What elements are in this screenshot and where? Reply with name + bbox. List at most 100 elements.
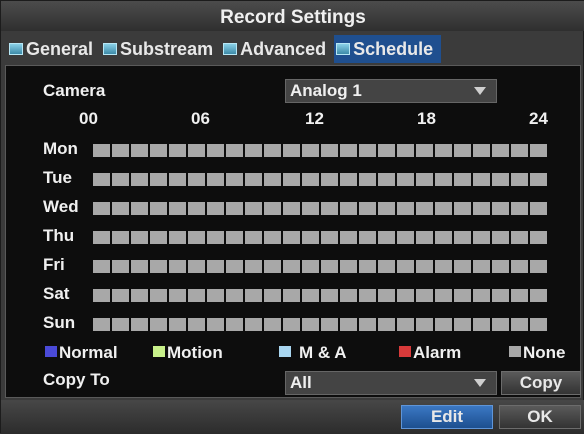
schedule-slot[interactable]	[207, 318, 224, 331]
schedule-slot[interactable]	[131, 289, 148, 302]
schedule-slot[interactable]	[112, 260, 129, 273]
schedule-slot[interactable]	[340, 144, 357, 157]
schedule-slot[interactable]	[169, 231, 186, 244]
schedule-slot[interactable]	[473, 260, 490, 273]
schedule-slot[interactable]	[150, 202, 167, 215]
schedule-slot[interactable]	[131, 318, 148, 331]
schedule-slot[interactable]	[188, 260, 205, 273]
schedule-slot[interactable]	[359, 202, 376, 215]
edit-button[interactable]: Edit	[401, 405, 493, 429]
schedule-slot[interactable]	[397, 260, 414, 273]
schedule-slot[interactable]	[169, 144, 186, 157]
schedule-slot[interactable]	[169, 318, 186, 331]
schedule-slot[interactable]	[131, 231, 148, 244]
schedule-slot[interactable]	[435, 318, 452, 331]
schedule-slot[interactable]	[283, 144, 300, 157]
schedule-slot[interactable]	[302, 144, 319, 157]
schedule-slot[interactable]	[454, 173, 471, 186]
schedule-slot[interactable]	[150, 260, 167, 273]
schedule-slot[interactable]	[207, 173, 224, 186]
schedule-slot[interactable]	[473, 202, 490, 215]
schedule-slot[interactable]	[226, 231, 243, 244]
schedule-slot[interactable]	[131, 173, 148, 186]
schedule-slot[interactable]	[188, 289, 205, 302]
schedule-slot[interactable]	[245, 144, 262, 157]
schedule-slot[interactable]	[264, 260, 281, 273]
schedule-slot[interactable]	[378, 231, 395, 244]
schedule-slot[interactable]	[321, 202, 338, 215]
schedule-slot[interactable]	[112, 231, 129, 244]
schedule-slot[interactable]	[321, 318, 338, 331]
schedule-slot[interactable]	[131, 260, 148, 273]
schedule-slot[interactable]	[359, 144, 376, 157]
schedule-slot[interactable]	[473, 289, 490, 302]
schedule-slot[interactable]	[302, 231, 319, 244]
schedule-slot[interactable]	[530, 318, 547, 331]
schedule-slot[interactable]	[340, 173, 357, 186]
schedule-slot[interactable]	[454, 260, 471, 273]
schedule-slot[interactable]	[359, 318, 376, 331]
schedule-slot[interactable]	[93, 173, 110, 186]
schedule-slot[interactable]	[454, 318, 471, 331]
schedule-slot[interactable]	[511, 231, 528, 244]
schedule-slot[interactable]	[340, 260, 357, 273]
schedule-slot[interactable]	[188, 202, 205, 215]
schedule-slot[interactable]	[511, 318, 528, 331]
schedule-slot[interactable]	[511, 260, 528, 273]
schedule-slot[interactable]	[492, 144, 509, 157]
copy-button[interactable]: Copy	[501, 371, 581, 395]
schedule-slot[interactable]	[492, 289, 509, 302]
schedule-slot[interactable]	[435, 173, 452, 186]
schedule-slot[interactable]	[93, 202, 110, 215]
tab-advanced[interactable]: Advanced	[221, 35, 330, 63]
schedule-slot[interactable]	[283, 231, 300, 244]
schedule-slot[interactable]	[93, 260, 110, 273]
schedule-slot[interactable]	[473, 173, 490, 186]
schedule-slot[interactable]	[454, 202, 471, 215]
schedule-slot[interactable]	[226, 144, 243, 157]
schedule-slot[interactable]	[226, 318, 243, 331]
schedule-slot[interactable]	[530, 260, 547, 273]
tab-general[interactable]: General	[7, 35, 97, 63]
schedule-slot[interactable]	[283, 260, 300, 273]
schedule-slot[interactable]	[397, 173, 414, 186]
schedule-slot[interactable]	[473, 144, 490, 157]
schedule-slot[interactable]	[473, 231, 490, 244]
schedule-slot[interactable]	[245, 231, 262, 244]
schedule-slot[interactable]	[207, 144, 224, 157]
schedule-slot[interactable]	[492, 318, 509, 331]
schedule-slot[interactable]	[283, 202, 300, 215]
schedule-slot[interactable]	[245, 260, 262, 273]
schedule-slot[interactable]	[302, 318, 319, 331]
schedule-slot[interactable]	[264, 202, 281, 215]
schedule-slot[interactable]	[378, 144, 395, 157]
schedule-slot[interactable]	[112, 173, 129, 186]
schedule-slot[interactable]	[112, 318, 129, 331]
schedule-slot[interactable]	[169, 173, 186, 186]
schedule-slot[interactable]	[264, 173, 281, 186]
schedule-slot[interactable]	[416, 318, 433, 331]
schedule-slot[interactable]	[359, 231, 376, 244]
schedule-slot[interactable]	[340, 202, 357, 215]
schedule-slot[interactable]	[416, 260, 433, 273]
schedule-slot[interactable]	[264, 318, 281, 331]
schedule-slot[interactable]	[416, 231, 433, 244]
schedule-slot[interactable]	[378, 260, 395, 273]
schedule-slot[interactable]	[340, 318, 357, 331]
schedule-slot[interactable]	[435, 231, 452, 244]
schedule-slot[interactable]	[359, 260, 376, 273]
schedule-slot[interactable]	[245, 202, 262, 215]
schedule-slot[interactable]	[169, 289, 186, 302]
schedule-slot[interactable]	[188, 318, 205, 331]
schedule-slot[interactable]	[492, 202, 509, 215]
camera-select[interactable]: Analog 1	[285, 79, 497, 103]
schedule-slot[interactable]	[226, 202, 243, 215]
schedule-slot[interactable]	[511, 173, 528, 186]
schedule-slot[interactable]	[226, 289, 243, 302]
schedule-slot[interactable]	[397, 144, 414, 157]
schedule-slot[interactable]	[454, 231, 471, 244]
schedule-slot[interactable]	[435, 202, 452, 215]
schedule-slot[interactable]	[264, 144, 281, 157]
schedule-slot[interactable]	[435, 289, 452, 302]
schedule-slot[interactable]	[150, 144, 167, 157]
